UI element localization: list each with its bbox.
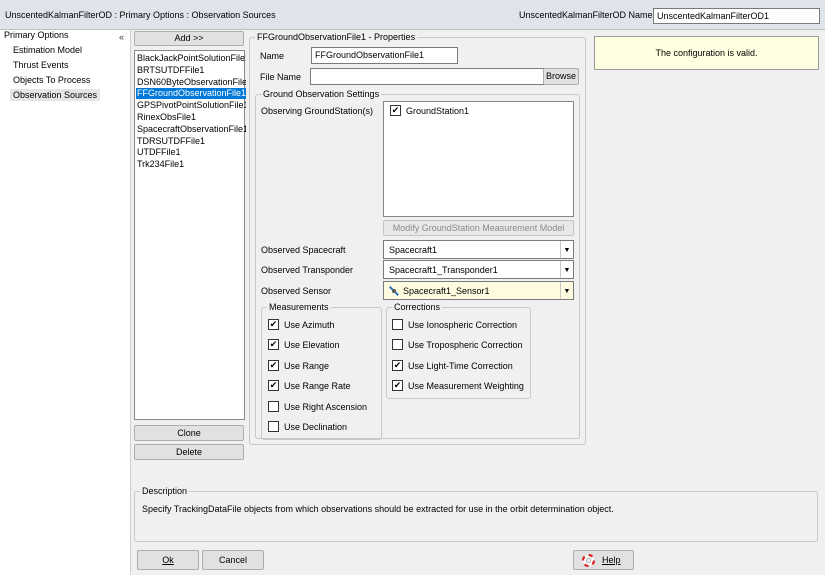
observed-spacecraft-select[interactable]: Spacecraft1 ▼ bbox=[383, 240, 574, 259]
description-legend: Description bbox=[140, 486, 190, 496]
groundstation-checkbox[interactable]: ✔ GroundStation1 bbox=[390, 105, 540, 117]
observed-spacecraft-label: Observed Spacecraft bbox=[261, 245, 346, 255]
modify-measurement-model-button[interactable]: Modify GroundStation Measurement Model bbox=[383, 220, 574, 236]
validation-status: The configuration is valid. bbox=[594, 36, 819, 70]
nav-item-observation-sources[interactable]: Observation Sources bbox=[10, 89, 101, 101]
add-button[interactable]: Add >> bbox=[134, 31, 244, 46]
checkbox-label: Use Right Ascension bbox=[284, 402, 368, 412]
check-icon: ✔ bbox=[268, 380, 279, 391]
sources-list[interactable]: BlackJackPointSolutionFile1 BRTSUTDFFile… bbox=[134, 50, 246, 420]
description-group: Description Specify TrackingDataFile obj… bbox=[134, 486, 818, 542]
list-item[interactable]: UTDFFile1 bbox=[136, 147, 246, 158]
list-item[interactable]: BRTSUTDFFile1 bbox=[136, 65, 246, 76]
list-item[interactable]: BlackJackPointSolutionFile1 bbox=[136, 53, 246, 64]
check-icon: ✔ bbox=[268, 339, 279, 350]
checkbox-label: Use Azimuth bbox=[284, 320, 335, 330]
checkbox-box bbox=[392, 319, 403, 330]
checkbox-label: Use Range bbox=[284, 361, 330, 371]
observed-sensor-value: Spacecraft1_Sensor1 bbox=[403, 286, 490, 296]
properties-legend: FFGroundObservationFile1 - Properties bbox=[255, 32, 418, 42]
nav-item-objects-to-process[interactable]: Objects To Process bbox=[13, 75, 90, 85]
observed-transponder-select[interactable]: Spacecraft1_Transponder1 ▼ bbox=[383, 260, 574, 279]
list-item[interactable]: TDRSUTDFFile1 bbox=[136, 136, 246, 147]
lifebuoy-icon bbox=[581, 553, 596, 568]
use-ionospheric-checkbox[interactable]: Use Ionospheric Correction bbox=[392, 319, 527, 331]
use-range-checkbox[interactable]: ✔ Use Range bbox=[268, 360, 378, 372]
use-measurement-weighting-checkbox[interactable]: ✔ Use Measurement Weighting bbox=[392, 380, 527, 392]
check-icon: ✔ bbox=[392, 380, 403, 391]
checkbox-label: Use Range Rate bbox=[284, 381, 351, 391]
nav-item-thrust-events[interactable]: Thrust Events bbox=[13, 60, 69, 70]
use-right-ascension-checkbox[interactable]: Use Right Ascension bbox=[268, 401, 378, 413]
use-declination-checkbox[interactable]: Use Declination bbox=[268, 421, 378, 433]
corrections-legend: Corrections bbox=[392, 302, 443, 312]
checkbox-label: Use Elevation bbox=[284, 340, 340, 350]
checkbox-box bbox=[268, 421, 279, 432]
od-name-label: UnscentedKalmanFilterOD Name bbox=[519, 10, 653, 20]
check-icon: ✔ bbox=[268, 360, 279, 371]
title-bar: UnscentedKalmanFilterOD : Primary Option… bbox=[0, 0, 825, 30]
clone-button[interactable]: Clone bbox=[134, 425, 244, 441]
use-light-time-checkbox[interactable]: ✔ Use Light-Time Correction bbox=[392, 360, 527, 372]
filename-input[interactable] bbox=[310, 68, 544, 85]
nav-item-estimation-model[interactable]: Estimation Model bbox=[13, 45, 82, 55]
checkbox-label: Use Light-Time Correction bbox=[408, 361, 513, 371]
observed-sensor-select[interactable]: Spacecraft1_Sensor1 ▼ bbox=[383, 281, 574, 300]
checkbox-box bbox=[392, 339, 403, 350]
od-name-input[interactable]: UnscentedKalmanFilterOD1 bbox=[653, 8, 820, 24]
browse-button[interactable]: Browse bbox=[543, 68, 579, 85]
checkbox-label: Use Tropospheric Correction bbox=[408, 340, 523, 350]
use-tropospheric-checkbox[interactable]: Use Tropospheric Correction bbox=[392, 339, 527, 351]
collapse-icon[interactable]: « bbox=[119, 32, 124, 42]
list-item-selected[interactable]: FFGroundObservationFile1 bbox=[136, 88, 246, 99]
observed-transponder-label: Observed Transponder bbox=[261, 265, 354, 275]
check-icon: ✔ bbox=[268, 319, 279, 330]
help-button[interactable]: Help bbox=[573, 550, 634, 570]
window-title: UnscentedKalmanFilterOD : Primary Option… bbox=[5, 10, 276, 20]
delete-button[interactable]: Delete bbox=[134, 444, 244, 460]
list-item[interactable]: RinexObsFile1 bbox=[136, 112, 246, 123]
satellite-icon bbox=[388, 285, 400, 297]
description-text: Specify TrackingDataFile objects from wh… bbox=[142, 504, 614, 514]
nav-root-primary-options[interactable]: Primary Options bbox=[4, 30, 69, 40]
observed-sensor-label: Observed Sensor bbox=[261, 286, 332, 296]
dropdown-arrow-icon[interactable]: ▼ bbox=[560, 261, 573, 278]
checkbox-label: Use Ionospheric Correction bbox=[408, 320, 518, 330]
ground-station-list[interactable]: ✔ GroundStation1 bbox=[383, 101, 574, 217]
checkbox-box bbox=[268, 401, 279, 412]
use-elevation-checkbox[interactable]: ✔ Use Elevation bbox=[268, 339, 378, 351]
help-label: Help bbox=[602, 555, 621, 565]
list-item[interactable]: DSN60ByteObservationFile1 bbox=[136, 77, 246, 88]
checkbox-label: Use Declination bbox=[284, 422, 348, 432]
list-item[interactable]: Trk234File1 bbox=[136, 159, 246, 170]
ok-button[interactable]: Ok bbox=[137, 550, 199, 570]
measurements-legend: Measurements bbox=[267, 302, 331, 312]
cancel-button[interactable]: Cancel bbox=[202, 550, 264, 570]
left-nav: « Primary Options Estimation Model Thrus… bbox=[0, 30, 131, 575]
filename-label: File Name bbox=[260, 72, 302, 82]
use-azimuth-checkbox[interactable]: ✔ Use Azimuth bbox=[268, 319, 378, 331]
dropdown-arrow-icon[interactable]: ▼ bbox=[560, 282, 573, 299]
name-label: Name bbox=[260, 51, 285, 61]
check-icon: ✔ bbox=[392, 360, 403, 371]
observed-spacecraft-value: Spacecraft1 bbox=[389, 245, 438, 255]
list-item[interactable]: GPSPivotPointSolutionFile1 bbox=[136, 100, 246, 111]
observing-stations-label: Observing GroundStation(s) bbox=[261, 106, 374, 116]
checkbox-label: Use Measurement Weighting bbox=[408, 381, 524, 391]
dropdown-arrow-icon[interactable]: ▼ bbox=[560, 241, 573, 258]
check-icon: ✔ bbox=[390, 105, 401, 116]
name-input[interactable]: FFGroundObservationFile1 bbox=[311, 47, 458, 64]
groundstation-label: GroundStation1 bbox=[406, 106, 470, 116]
observed-transponder-value: Spacecraft1_Transponder1 bbox=[389, 265, 498, 275]
ground-settings-legend: Ground Observation Settings bbox=[261, 89, 382, 99]
list-item[interactable]: SpacecraftObservationFile1 bbox=[136, 124, 246, 135]
use-range-rate-checkbox[interactable]: ✔ Use Range Rate bbox=[268, 380, 378, 392]
